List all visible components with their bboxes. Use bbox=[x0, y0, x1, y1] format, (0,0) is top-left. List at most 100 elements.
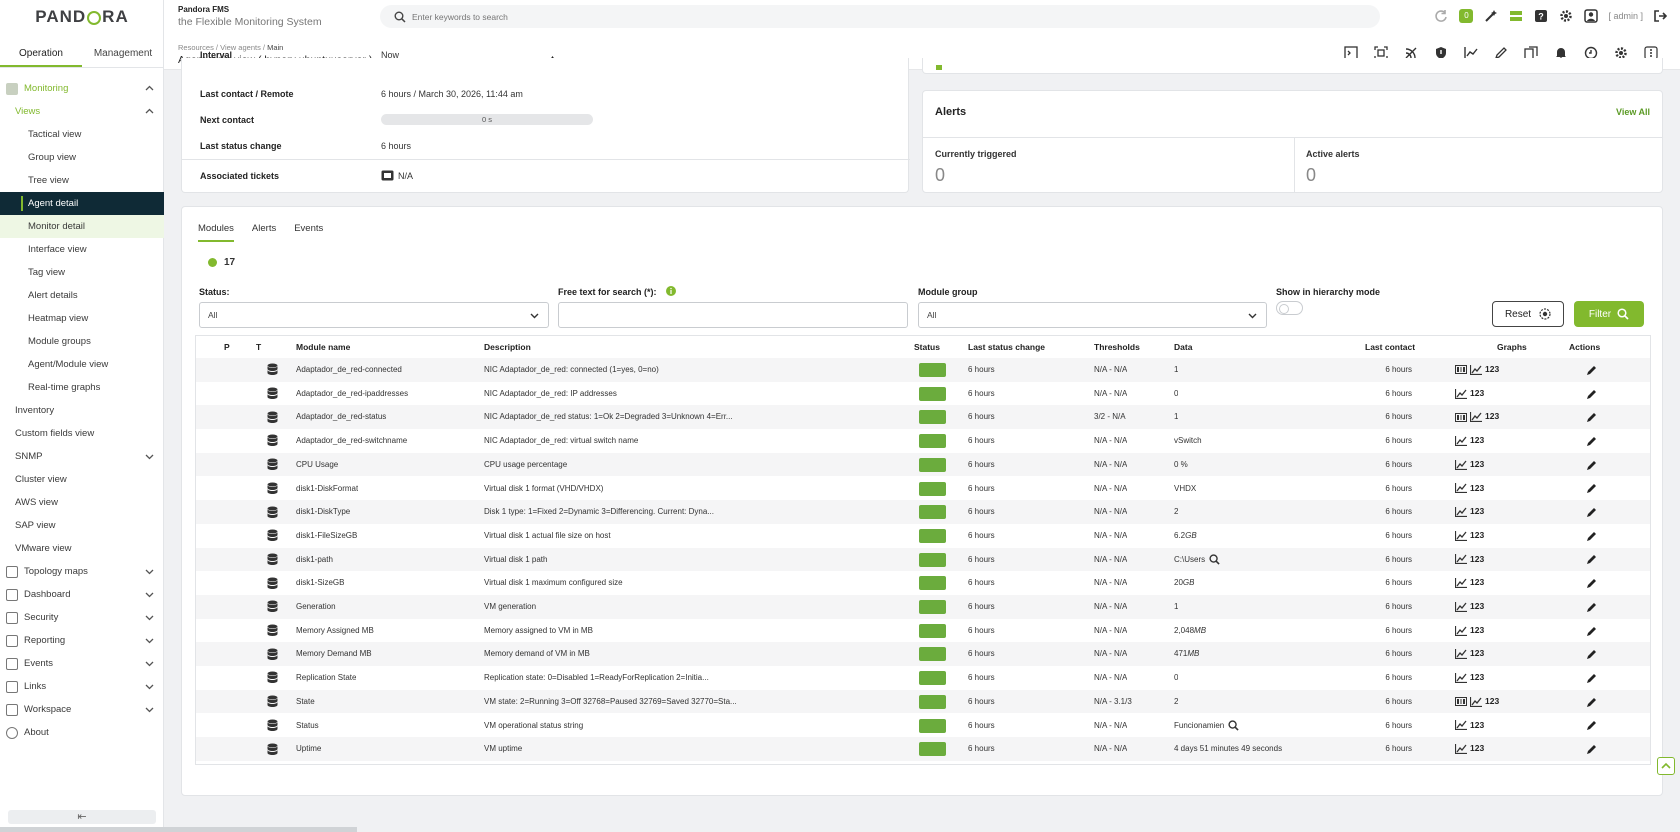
table-row[interactable]: Memory Demand MB Memory demand of VM in M… bbox=[196, 642, 1650, 667]
module-graph-icon[interactable] bbox=[1455, 507, 1467, 518]
sidebar-item-cluster-view[interactable]: Cluster view bbox=[0, 468, 164, 491]
module-name[interactable]: State bbox=[296, 690, 315, 714]
module-graph-icon[interactable] bbox=[1455, 459, 1467, 470]
sidebar-item-group-view[interactable]: Group view bbox=[0, 146, 164, 169]
raw-data-icon[interactable]: 123 bbox=[1485, 690, 1499, 714]
sidebar-item-interface-view[interactable]: Interface view bbox=[0, 238, 164, 261]
server-status-icon[interactable] bbox=[1508, 8, 1524, 24]
raw-data-icon[interactable]: 123 bbox=[1470, 571, 1484, 595]
module-graph-icon[interactable] bbox=[1455, 554, 1467, 565]
raw-data-icon[interactable]: 123 bbox=[1470, 524, 1484, 548]
help-icon[interactable]: ? bbox=[1533, 8, 1549, 24]
module-name[interactable]: Replication State bbox=[296, 666, 356, 690]
module-name[interactable]: disk1-SizeGB bbox=[296, 571, 344, 595]
sidebar-item-alert-details[interactable]: Alert details bbox=[0, 284, 164, 307]
module-graph-icon[interactable] bbox=[1455, 435, 1467, 446]
sidebar-item-inventory[interactable]: Inventory bbox=[0, 399, 164, 422]
tab-operation[interactable]: Operation bbox=[0, 42, 82, 67]
module-name[interactable]: Generation bbox=[296, 595, 336, 619]
menu-views[interactable]: Views bbox=[0, 100, 164, 123]
module-name[interactable]: Adaptador_de_red-status bbox=[296, 405, 386, 429]
filter-button[interactable]: Filter bbox=[1574, 301, 1644, 327]
edit-module-icon[interactable] bbox=[1586, 382, 1598, 406]
edit-module-icon[interactable] bbox=[1586, 405, 1598, 429]
sidebar-item-links[interactable]: Links bbox=[0, 675, 164, 698]
module-name[interactable]: disk1-path bbox=[296, 548, 333, 572]
module-name[interactable]: Memory Assigned MB bbox=[296, 619, 374, 643]
edit-module-icon[interactable] bbox=[1586, 690, 1598, 714]
edit-module-icon[interactable] bbox=[1586, 453, 1598, 477]
sidebar-item-sap-view[interactable]: SAP view bbox=[0, 514, 164, 537]
col-status[interactable]: Status bbox=[914, 336, 940, 358]
module-group-select[interactable]: All bbox=[918, 302, 1267, 328]
user-icon[interactable] bbox=[1583, 8, 1599, 24]
module-graph-icon[interactable] bbox=[1470, 412, 1482, 423]
sidebar-item-module-groups[interactable]: Module groups bbox=[0, 330, 164, 353]
raw-data-icon[interactable]: 123 bbox=[1470, 429, 1484, 453]
module-name[interactable]: Status bbox=[296, 714, 319, 738]
raw-data-icon[interactable]: 123 bbox=[1485, 358, 1499, 382]
sidebar-item-heatmap-view[interactable]: Heatmap view bbox=[0, 307, 164, 330]
edit-module-icon[interactable] bbox=[1586, 642, 1598, 666]
sidebar-item-security[interactable]: Security bbox=[0, 606, 164, 629]
raw-data-icon[interactable]: 123 bbox=[1470, 595, 1484, 619]
hierarchy-toggle[interactable] bbox=[1276, 301, 1303, 315]
col-t[interactable]: T bbox=[256, 336, 261, 358]
sidebar-item-real-time-graphs[interactable]: Real-time graphs bbox=[0, 376, 164, 399]
edit-module-icon[interactable] bbox=[1586, 571, 1598, 595]
col-p[interactable]: P bbox=[224, 336, 230, 358]
table-row[interactable]: Replication State Replication state: 0=Di… bbox=[196, 666, 1650, 690]
reset-button[interactable]: Reset bbox=[1492, 301, 1564, 327]
module-graph-icon[interactable] bbox=[1455, 530, 1467, 541]
sidebar-item-agent-detail[interactable]: Agent detail bbox=[0, 192, 164, 215]
table-row[interactable]: Uptime VM uptime 6 hours N/A - N/A 4 days 51… bbox=[196, 737, 1650, 761]
raw-data-icon[interactable]: 123 bbox=[1470, 382, 1484, 406]
module-graph-icon[interactable] bbox=[1455, 601, 1467, 612]
info-icon[interactable] bbox=[665, 285, 676, 296]
pandora-logo[interactable]: PAND RA bbox=[0, 0, 164, 34]
table-row[interactable]: disk1-DiskFormat Virtual disk 1 format (V… bbox=[196, 476, 1650, 501]
module-name[interactable]: Memory Demand MB bbox=[296, 642, 372, 666]
table-row[interactable]: Adaptador_de_red-connected NIC Adaptador_… bbox=[196, 358, 1650, 382]
module-name[interactable]: Adaptador_de_red-ipaddresses bbox=[296, 382, 408, 406]
search-input[interactable] bbox=[412, 11, 1312, 22]
edit-module-icon[interactable] bbox=[1586, 714, 1598, 738]
edit-module-icon[interactable] bbox=[1586, 358, 1598, 382]
scroll-to-top-button[interactable] bbox=[1657, 757, 1675, 775]
tab-modules[interactable]: Modules bbox=[198, 223, 234, 242]
raw-data-icon[interactable]: 123 bbox=[1470, 642, 1484, 666]
module-graph-icon[interactable] bbox=[1455, 649, 1467, 660]
magnifier-icon[interactable] bbox=[1209, 554, 1220, 565]
histogram-icon[interactable] bbox=[1455, 412, 1467, 422]
table-row[interactable]: Adaptador_de_red-status NIC Adaptador_de_… bbox=[196, 405, 1650, 430]
logout-icon[interactable] bbox=[1652, 8, 1668, 24]
refresh-icon[interactable] bbox=[1433, 8, 1449, 24]
free-text-search-input[interactable] bbox=[558, 302, 908, 328]
alerts-view-all-link[interactable]: View All bbox=[1616, 107, 1650, 117]
module-name[interactable]: Uptime bbox=[296, 737, 321, 761]
edit-module-icon[interactable] bbox=[1586, 477, 1598, 501]
sidebar-item-about[interactable]: About bbox=[0, 721, 164, 744]
tab-alerts[interactable]: Alerts bbox=[252, 223, 276, 242]
sidebar-item-topology-maps[interactable]: Topology maps bbox=[0, 560, 164, 583]
sidebar-item-tactical-view[interactable]: Tactical view bbox=[0, 123, 164, 146]
edit-module-icon[interactable] bbox=[1586, 429, 1598, 453]
col-last-status-change[interactable]: Last status change bbox=[968, 336, 1045, 358]
module-graph-icon[interactable] bbox=[1470, 364, 1482, 375]
sidebar-item-snmp[interactable]: SNMP bbox=[0, 445, 164, 468]
module-graph-icon[interactable] bbox=[1455, 578, 1467, 589]
module-name[interactable]: CPU Usage bbox=[296, 453, 338, 477]
edit-module-icon[interactable] bbox=[1586, 548, 1598, 572]
module-name[interactable]: disk1-DiskType bbox=[296, 500, 350, 524]
module-name[interactable]: Adaptador_de_red-switchname bbox=[296, 429, 407, 453]
sidebar-item-agent-module-view[interactable]: Agent/Module view bbox=[0, 353, 164, 376]
raw-data-icon[interactable]: 123 bbox=[1470, 500, 1484, 524]
edit-module-icon[interactable] bbox=[1586, 500, 1598, 524]
raw-data-icon[interactable]: 123 bbox=[1470, 737, 1484, 761]
raw-data-icon[interactable]: 123 bbox=[1485, 405, 1499, 429]
raw-data-icon[interactable]: 123 bbox=[1470, 666, 1484, 690]
table-row[interactable]: Generation VM generation 6 hours N/A - N/A 1… bbox=[196, 595, 1650, 619]
notification-badge[interactable]: 0 bbox=[1458, 8, 1474, 24]
raw-data-icon[interactable]: 123 bbox=[1470, 619, 1484, 643]
table-row[interactable]: State VM state: 2=Running 3=Off 32768=Pau… bbox=[196, 689, 1650, 714]
